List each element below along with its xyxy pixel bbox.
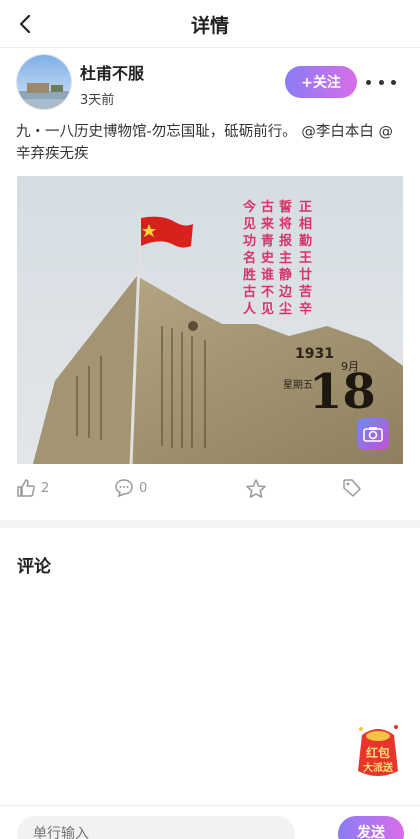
- comment-button[interactable]: 0: [114, 478, 147, 498]
- monument-weekday: 星期五: [283, 379, 313, 391]
- monument-year: 1931: [295, 346, 334, 362]
- post-text: 九・一八历史博物馆-勿忘国耻，砥砺前行。 @李白本白 @辛弃疾无疾: [16, 124, 393, 162]
- more-dot-icon: [391, 79, 396, 85]
- avatar[interactable]: [16, 54, 72, 110]
- favorite-button[interactable]: [245, 478, 267, 500]
- more-options-button[interactable]: [366, 74, 396, 90]
- red-packet-button[interactable]: 红包 大派送: [352, 721, 404, 783]
- post-time: 3天前: [80, 93, 115, 108]
- author-name[interactable]: 杜甫不服: [80, 60, 144, 84]
- poem-column: 誓将报主静边尘: [278, 199, 293, 317]
- post-actions: 2 0: [16, 476, 396, 504]
- comments-heading: 评论: [17, 557, 51, 577]
- tag-button[interactable]: [342, 478, 362, 498]
- thumbs-up-icon: [17, 479, 35, 497]
- red-packet-line1: 红包: [366, 745, 390, 760]
- star-icon: [246, 479, 266, 498]
- camera-icon[interactable]: [357, 418, 389, 450]
- comment-count: 0: [139, 480, 148, 496]
- tag-icon: [343, 479, 361, 497]
- comment-input[interactable]: [17, 816, 295, 839]
- post-image[interactable]: 正相勤王廿苦辛 誓将报主静边尘 今见功名胜古人 古来青史谁不见 1931 18 …: [17, 176, 403, 464]
- send-button[interactable]: 发送: [338, 816, 404, 839]
- comment-bar: 发送: [0, 805, 420, 839]
- section-divider: [0, 520, 420, 528]
- poem-column: 今见功名胜古人: [242, 199, 257, 317]
- like-count: 2: [41, 480, 50, 496]
- follow-button[interactable]: +关注: [285, 66, 357, 98]
- more-dot-icon: [378, 79, 384, 85]
- nav-bar: 详情: [0, 0, 420, 48]
- page-title: 详情: [190, 15, 229, 37]
- more-dot-icon: [366, 79, 371, 85]
- author-row: 杜甫不服 3天前 +关注: [16, 52, 408, 112]
- like-button[interactable]: 2: [16, 478, 49, 498]
- red-packet-line2: 大派送: [363, 761, 394, 774]
- comment-icon: [115, 479, 133, 498]
- monument-month: 9月: [341, 360, 359, 373]
- poem-column: 正相勤王廿苦辛: [299, 200, 312, 317]
- poem-column: 古来青史谁不见: [260, 199, 275, 317]
